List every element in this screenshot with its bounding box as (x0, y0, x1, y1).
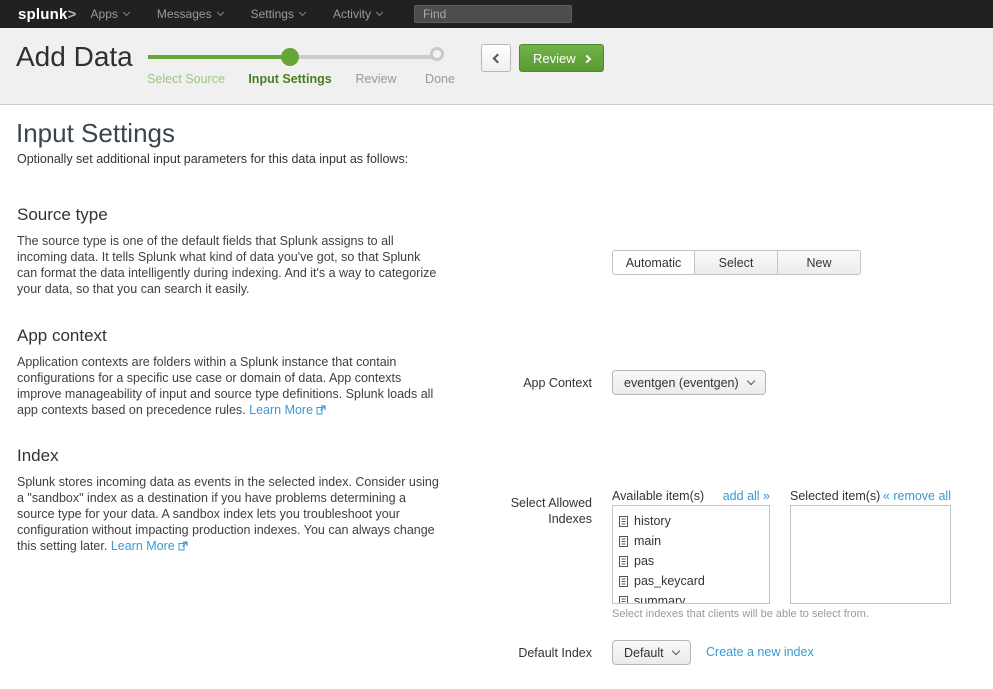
remove-all-link[interactable]: « remove all (883, 489, 951, 503)
step-label-input-settings: Input Settings (248, 72, 331, 86)
list-item[interactable]: main (619, 531, 763, 551)
app-context-dropdown[interactable]: eventgen (eventgen) (612, 370, 766, 395)
learn-more-link[interactable]: Learn More (111, 539, 175, 553)
nav-activity[interactable]: Activity (319, 0, 396, 28)
progress-done-circle (430, 47, 444, 61)
source-type-heading: Source type (17, 205, 108, 225)
list-item[interactable]: pas_keycard (619, 571, 763, 591)
list-item-label: pas_keycard (634, 574, 705, 588)
allowed-indexes-hint: Select indexes that clients will be able… (612, 608, 869, 620)
select-allowed-indexes-label: Select Allowed Indexes (482, 495, 592, 527)
app-context-label: App Context (482, 375, 592, 391)
chevron-down-icon (217, 9, 224, 16)
list-item-label: summary (634, 594, 685, 604)
nav-apps[interactable]: Apps (77, 0, 143, 28)
add-all-link[interactable]: add all » (723, 489, 770, 503)
list-item[interactable]: summary (619, 591, 763, 604)
input-settings-subtitle: Optionally set additional input paramete… (17, 152, 408, 166)
app-root: splunk> Apps Messages Settings Activity … (0, 0, 993, 689)
default-index-label: Default Index (482, 645, 592, 661)
external-link-icon (316, 403, 326, 419)
step-label-done: Done (425, 72, 455, 86)
list-item-label: pas (634, 554, 654, 568)
list-item-label: main (634, 534, 661, 548)
available-items-list[interactable]: history main pas pas_keycard (612, 505, 770, 604)
source-type-button-group: Automatic Select New (612, 250, 861, 275)
index-description: Splunk stores incoming data as events in… (17, 474, 439, 555)
step-label-select-source: Select Source (147, 72, 225, 86)
index-item-icon (619, 576, 628, 587)
create-new-index-link[interactable]: Create a new index (706, 640, 814, 665)
index-item-icon (619, 516, 628, 527)
progress-line-complete (148, 55, 290, 59)
external-link-icon (178, 539, 188, 555)
app-context-heading: App context (17, 326, 107, 346)
list-item[interactable]: history (619, 511, 763, 531)
list-item-label: history (634, 514, 671, 528)
source-type-automatic-button[interactable]: Automatic (612, 250, 695, 275)
chevron-left-icon (493, 53, 503, 63)
find-input[interactable] (414, 5, 572, 23)
source-type-description: The source type is one of the default fi… (17, 233, 439, 297)
selected-items-list[interactable] (790, 505, 951, 604)
chevron-down-icon (123, 9, 130, 16)
step-label-review: Review (356, 72, 397, 86)
nav-settings[interactable]: Settings (237, 0, 319, 28)
chevron-right-icon (582, 54, 590, 62)
chevron-down-icon (376, 9, 383, 16)
page-title: Add Data (16, 41, 133, 73)
main-content: Input Settings Optionally set additional… (0, 105, 993, 689)
back-button[interactable] (481, 44, 511, 72)
logo-caret: > (68, 6, 77, 23)
progress-line-remaining (290, 55, 440, 59)
chevron-down-icon (299, 9, 306, 16)
index-heading: Index (17, 446, 59, 466)
review-button[interactable]: Review (519, 44, 604, 72)
input-settings-title: Input Settings (16, 118, 175, 149)
splunk-logo[interactable]: splunk> (18, 6, 77, 23)
available-items-header: Available item(s) add all » (612, 489, 770, 503)
page-header: Add Data Select Source Input Settings Re… (0, 28, 993, 105)
app-context-description: Application contexts are folders within … (17, 354, 439, 419)
index-item-icon (619, 536, 628, 547)
logo-text: splunk (18, 6, 68, 23)
default-index-dropdown[interactable]: Default (612, 640, 691, 665)
progress-bar: Select Source Input Settings Review Done (148, 28, 448, 105)
index-item-icon (619, 556, 628, 567)
source-type-new-button[interactable]: New (778, 250, 861, 275)
find-search (414, 5, 572, 23)
chevron-down-icon (746, 377, 754, 385)
index-item-icon (619, 596, 628, 605)
progress-current-dot (281, 48, 299, 66)
selected-items-header: Selected item(s) « remove all (790, 489, 951, 503)
learn-more-link[interactable]: Learn More (249, 403, 313, 417)
source-type-select-button[interactable]: Select (695, 250, 778, 275)
chevron-down-icon (671, 647, 679, 655)
nav-messages[interactable]: Messages (143, 0, 237, 28)
top-navbar: splunk> Apps Messages Settings Activity (0, 0, 993, 28)
list-item[interactable]: pas (619, 551, 763, 571)
